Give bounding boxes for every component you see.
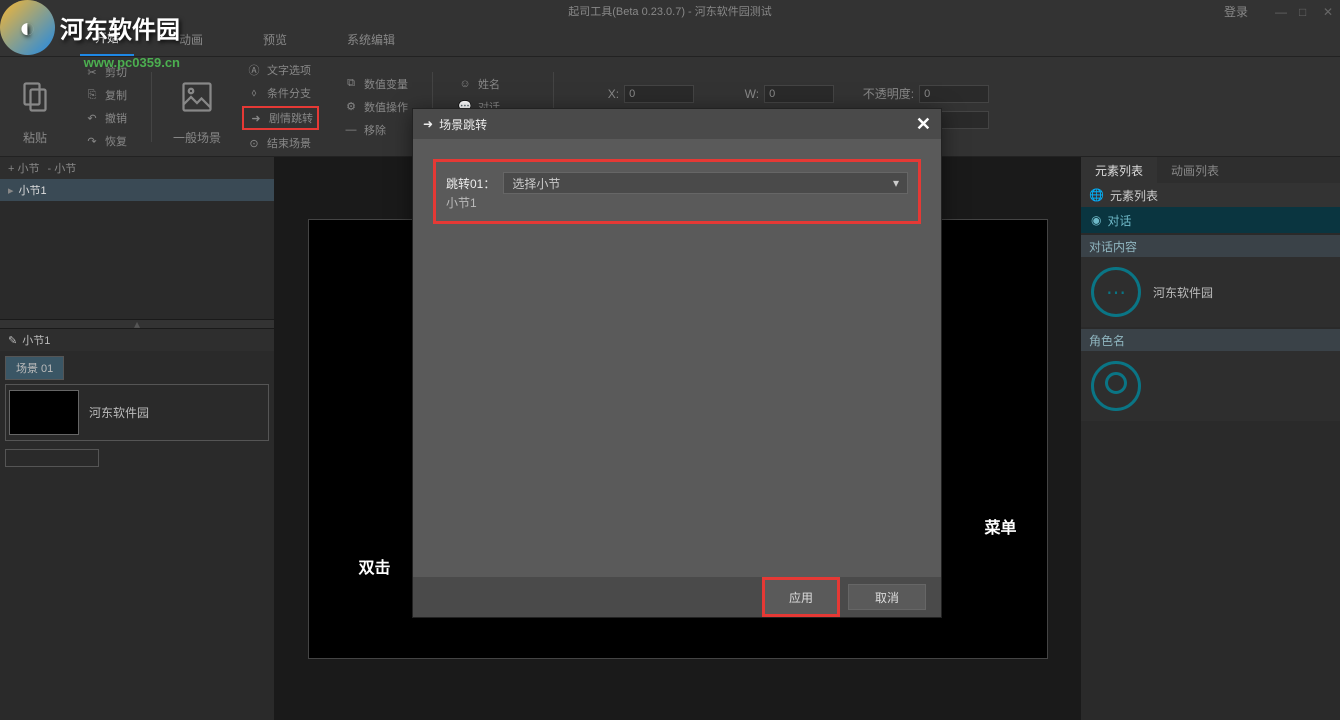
role-name-header: 角色名 bbox=[1081, 329, 1340, 351]
titlebar: 起司工具(Beta 0.23.0.7) - 河东软件园测试 登录 — □ ✕ bbox=[0, 0, 1340, 22]
num-var-button[interactable]: ⧉数值变量 bbox=[339, 74, 412, 94]
select-placeholder: 选择小节 bbox=[512, 175, 560, 192]
section-name: 小节1 bbox=[22, 332, 50, 348]
add-section-button[interactable]: + 小节 bbox=[8, 160, 39, 176]
scene-tab[interactable]: 场景 01 bbox=[5, 356, 64, 380]
speech-bubble-icon: ⋯ bbox=[1091, 267, 1141, 317]
close-icon[interactable]: ✕ bbox=[1323, 5, 1335, 17]
copy-button[interactable]: ⎘复制 bbox=[80, 85, 131, 105]
globe-icon: 🌐 bbox=[1089, 188, 1104, 202]
radio-icon: ◉ bbox=[1091, 213, 1101, 227]
cut-icon: ✂ bbox=[84, 64, 100, 80]
jump-field-label: 跳转01： bbox=[446, 175, 495, 192]
w-input[interactable] bbox=[764, 85, 834, 103]
tree-item-section1[interactable]: ▸ 小节1 bbox=[0, 179, 274, 201]
dropdown-option-section1[interactable]: 小节1 bbox=[446, 194, 908, 211]
redo-button[interactable]: ↷恢复 bbox=[80, 131, 131, 151]
tab-element-list[interactable]: 元素列表 bbox=[1081, 157, 1157, 183]
window-title: 起司工具(Beta 0.23.0.7) - 河东软件园测试 bbox=[568, 3, 772, 19]
apply-button[interactable]: 应用 bbox=[762, 577, 840, 617]
paste-label: 粘贴 bbox=[23, 129, 47, 146]
canvas-text-2: 菜单 bbox=[984, 514, 1016, 538]
name-button[interactable]: ☺姓名 bbox=[453, 74, 504, 94]
arrow-right-icon: ➜ bbox=[248, 110, 264, 126]
panel-divider[interactable]: ▴ bbox=[0, 319, 274, 329]
menu-tab-system[interactable]: 系统编辑 bbox=[332, 23, 410, 56]
scene-thumbnail bbox=[9, 390, 79, 435]
clipboard-icon bbox=[17, 79, 53, 115]
opacity-label: 不透明度: bbox=[854, 85, 914, 102]
ribbon-separator bbox=[151, 72, 152, 142]
scene-jump-button[interactable]: ➜剧情跳转 bbox=[242, 106, 319, 130]
pencil-icon: ✎ bbox=[8, 334, 17, 347]
scene-list: 场景 01 河东软件园 bbox=[0, 351, 274, 720]
condition-button[interactable]: ⬨条件分支 bbox=[242, 83, 315, 103]
var-icon: ⧉ bbox=[343, 76, 359, 92]
maximize-icon[interactable]: □ bbox=[1299, 5, 1311, 17]
menubar: 开始 动画 预览 系统编辑 bbox=[0, 22, 1340, 57]
scene-item[interactable]: 河东软件园 bbox=[5, 384, 269, 441]
dialog-body: 跳转01： 选择小节 ▾ 小节1 bbox=[413, 139, 941, 577]
stop-icon: ⊙ bbox=[246, 135, 262, 151]
op-icon: ⚙ bbox=[343, 99, 359, 115]
left-panel: + 小节 - 小节 ▸ 小节1 ▴ ✎ 小节1 场景 01 河东软件园 bbox=[0, 157, 275, 720]
branch-icon: ⬨ bbox=[246, 85, 262, 101]
chevron-right-icon: ▸ bbox=[8, 184, 14, 197]
image-icon bbox=[179, 79, 215, 115]
menu-tab-preview[interactable]: 预览 bbox=[248, 23, 302, 56]
redo-icon: ↷ bbox=[84, 133, 100, 149]
arrow-icon: ➜ bbox=[423, 117, 433, 131]
dialog-content-header: 对话内容 bbox=[1081, 235, 1340, 257]
avatar-icon bbox=[1091, 361, 1141, 411]
undo-button[interactable]: ↶撤销 bbox=[80, 108, 131, 128]
dialog-footer: 应用 取消 bbox=[413, 577, 941, 617]
new-scene-button[interactable] bbox=[5, 449, 99, 467]
opacity-input[interactable] bbox=[919, 85, 989, 103]
canvas-text-1: 双击 bbox=[359, 554, 391, 578]
scene-button[interactable] bbox=[172, 67, 222, 127]
person-icon: ☺ bbox=[457, 76, 473, 92]
menu-tab-animation[interactable]: 动画 bbox=[164, 23, 218, 56]
cut-button[interactable]: ✂剪切 bbox=[80, 62, 131, 82]
end-scene-button[interactable]: ⊙结束场景 bbox=[242, 133, 315, 153]
remove-button[interactable]: —移除 bbox=[339, 120, 390, 140]
breadcrumb: + 小节 - 小节 bbox=[0, 157, 274, 179]
scene-section-header: ✎ 小节1 bbox=[0, 329, 274, 351]
num-op-button[interactable]: ⚙数值操作 bbox=[339, 97, 412, 117]
undo-icon: ↶ bbox=[84, 110, 100, 126]
menu-tab-start[interactable]: 开始 bbox=[80, 21, 134, 56]
login-link[interactable]: 登录 bbox=[1224, 3, 1248, 20]
copy-icon: ⎘ bbox=[84, 87, 100, 103]
paste-button[interactable] bbox=[10, 67, 60, 127]
dialog-close-button[interactable]: ✕ bbox=[916, 114, 931, 135]
chevron-down-icon: ▾ bbox=[893, 176, 899, 190]
dialog-titlebar: ➜ 场景跳转 ✕ bbox=[413, 109, 941, 139]
tab-animation-list[interactable]: 动画列表 bbox=[1157, 157, 1233, 183]
scene-jump-dialog: ➜ 场景跳转 ✕ 跳转01： 选择小节 ▾ 小节1 应用 取消 bbox=[412, 108, 942, 618]
x-input[interactable] bbox=[624, 85, 694, 103]
text-option-button[interactable]: Ⓐ文字选项 bbox=[242, 60, 315, 80]
element-list-title: 🌐 元素列表 bbox=[1081, 183, 1340, 207]
minimize-icon[interactable]: — bbox=[1275, 5, 1287, 17]
scene-label: 一般场景 bbox=[173, 129, 221, 146]
current-section-label: - 小节 bbox=[47, 160, 76, 176]
section-tree: ▸ 小节1 bbox=[0, 179, 274, 319]
minus-icon: — bbox=[343, 122, 359, 138]
field-highlight: 跳转01： 选择小节 ▾ 小节1 bbox=[433, 159, 921, 224]
dialog-content-row[interactable]: ⋯ 河东软件园 bbox=[1081, 257, 1340, 327]
x-label: X: bbox=[574, 87, 619, 101]
section-select[interactable]: 选择小节 ▾ bbox=[503, 172, 908, 194]
dialog-title: 场景跳转 bbox=[439, 116, 487, 133]
right-panel: 元素列表 动画列表 🌐 元素列表 ◉ 对话 对话内容 ⋯ 河东软件园 角色名 bbox=[1080, 157, 1340, 720]
scene-name: 河东软件园 bbox=[89, 404, 149, 421]
role-name-row[interactable] bbox=[1081, 351, 1340, 421]
tree-item-label: 小节1 bbox=[19, 182, 47, 198]
text-icon: Ⓐ bbox=[246, 62, 262, 78]
cancel-button[interactable]: 取消 bbox=[848, 584, 926, 610]
dialog-element-header[interactable]: ◉ 对话 bbox=[1081, 207, 1340, 233]
dialog-content-value: 河东软件园 bbox=[1153, 284, 1213, 301]
w-label: W: bbox=[714, 87, 759, 101]
